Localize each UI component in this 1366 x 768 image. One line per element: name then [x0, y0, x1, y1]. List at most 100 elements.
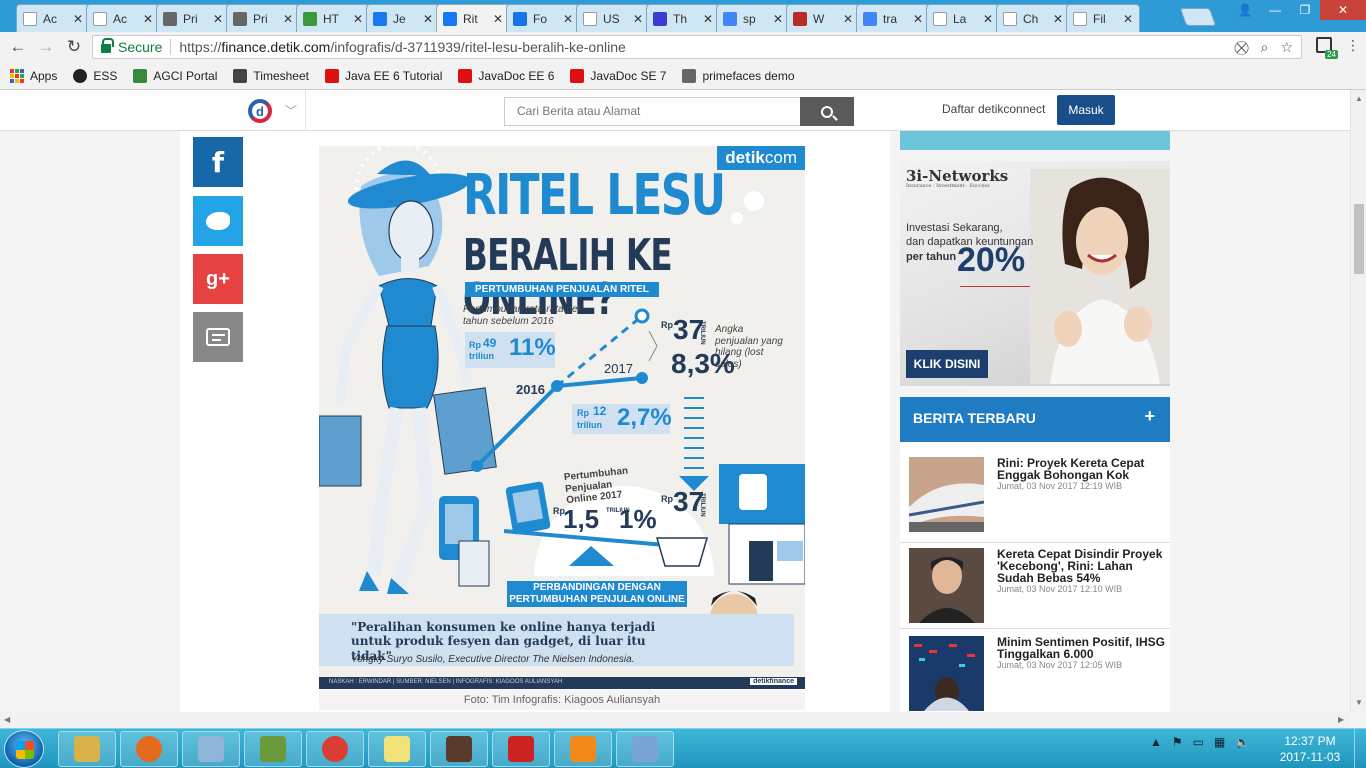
tab-close-icon[interactable]: ✕ — [633, 12, 643, 26]
action-center-icon[interactable]: ⚑ — [1172, 735, 1183, 749]
tab-close-icon[interactable]: ✕ — [563, 12, 573, 26]
tab-close-icon[interactable]: ✕ — [703, 12, 713, 26]
bookmark-item[interactable]: ESS — [73, 68, 117, 83]
zoom-icon[interactable]: ⌕ — [1261, 39, 1269, 56]
list-item[interactable]: Rini: Proyek Kereta Cepat Enggak Bohonga… — [909, 457, 1164, 537]
browser-tab[interactable]: Fo ✕ — [506, 4, 580, 32]
forward-button[interactable]: → — [32, 33, 60, 61]
tab-close-icon[interactable]: ✕ — [773, 12, 783, 26]
bookmark-item[interactable]: JavaDoc EE 6 — [458, 68, 554, 83]
news-thumbnail[interactable] — [909, 457, 984, 532]
scroll-left-arrow-icon[interactable]: ◀ — [4, 715, 10, 724]
comment-button[interactable] — [193, 312, 243, 362]
news-item-2[interactable]: Kereta Cepat Disindir Proyek 'Kecebong',… — [997, 548, 1167, 594]
taskbar-app-button[interactable] — [492, 731, 550, 767]
tab-close-icon[interactable]: ✕ — [1053, 12, 1063, 26]
tab-close-icon[interactable]: ✕ — [843, 12, 853, 26]
reload-button[interactable]: ↻ — [60, 33, 88, 61]
tray-expand-icon[interactable]: ▲ — [1150, 735, 1162, 749]
tab-close-icon[interactable]: ✕ — [493, 12, 503, 26]
taskbar-app-button[interactable] — [244, 731, 302, 767]
taskbar-app-button[interactable] — [430, 731, 488, 767]
scroll-down-arrow-icon[interactable]: ▼ — [1355, 698, 1363, 707]
extension-icon[interactable]: 24 — [1316, 37, 1338, 59]
browser-tab[interactable]: W ✕ — [786, 4, 860, 32]
ad-cta-button[interactable]: KLIK DISINI — [906, 350, 988, 378]
browser-tab[interactable]: tra ✕ — [856, 4, 930, 32]
share-googleplus-button[interactable]: g+ — [193, 254, 243, 304]
news-title[interactable]: Minim Sentimen Positif, IHSG Tinggalkan … — [997, 635, 1165, 661]
browser-tab[interactable]: sp ✕ — [716, 4, 790, 32]
news-title[interactable]: Kereta Cepat Disindir Proyek 'Kecebong',… — [997, 547, 1162, 585]
bookmark-item[interactable]: Java EE 6 Tutorial — [324, 68, 442, 83]
browser-tab[interactable]: Je ✕ — [366, 4, 440, 32]
browser-tab[interactable]: Rit ✕ — [436, 4, 510, 32]
browser-tab[interactable]: HT ✕ — [296, 4, 370, 32]
search-button[interactable] — [800, 97, 854, 126]
browser-tab[interactable]: Fil ✕ — [1066, 4, 1140, 32]
vertical-scrollbar[interactable]: ▲ ▼ — [1350, 90, 1366, 712]
list-item[interactable]: Minim Sentimen Positif, IHSG Tinggalkan … — [909, 636, 1167, 712]
browser-tab[interactable]: Ac ✕ — [16, 4, 90, 32]
taskbar-app-button[interactable] — [554, 731, 612, 767]
chevron-down-icon[interactable]: ﹀ — [285, 102, 297, 119]
news-title[interactable]: Rini: Proyek Kereta Cepat Enggak Bohonga… — [997, 456, 1144, 482]
network-icon[interactable]: ▦ — [1214, 735, 1225, 749]
list-item[interactable]: Kereta Cepat Disindir Proyek 'Kecebong',… — [909, 548, 1164, 628]
news-item-1[interactable]: Rini: Proyek Kereta Cepat Enggak Bohonga… — [997, 457, 1167, 491]
address-bar[interactable]: Secure https://finance.detik.com/infogra… — [92, 35, 1302, 59]
news-thumbnail[interactable] — [909, 548, 984, 623]
device-icon[interactable]: ▭ — [1193, 735, 1204, 749]
taskbar-app-button[interactable] — [58, 731, 116, 767]
bookmark-item[interactable]: JavaDoc SE 7 — [570, 68, 666, 83]
volume-icon[interactable]: 🔈 — [1235, 735, 1250, 749]
tab-close-icon[interactable]: ✕ — [73, 12, 83, 26]
browser-tab[interactable]: Pri ✕ — [156, 4, 230, 32]
ad-banner-top[interactable] — [900, 131, 1170, 150]
horizontal-scrollbar[interactable]: ◀ ▶ — [0, 712, 1350, 728]
bookmark-item[interactable]: Timesheet — [233, 68, 309, 83]
bookmark-star-icon[interactable]: ☆ — [1280, 39, 1293, 56]
blocked-content-icon[interactable]: ⛒ — [1234, 39, 1248, 56]
browser-tab[interactable]: US ✕ — [576, 4, 650, 32]
scroll-up-arrow-icon[interactable]: ▲ — [1355, 94, 1363, 103]
tab-close-icon[interactable]: ✕ — [143, 12, 153, 26]
vertical-scroll-thumb[interactable] — [1354, 204, 1364, 274]
profile-icon[interactable]: 👤 — [1230, 0, 1260, 20]
news-item-3[interactable]: Minim Sentimen Positif, IHSG Tinggalkan … — [997, 636, 1167, 670]
taskbar-app-button[interactable] — [368, 731, 426, 767]
news-thumbnail[interactable] — [909, 636, 984, 711]
register-link[interactable]: Daftar detikconnect — [942, 102, 1045, 116]
bookmark-item[interactable]: Apps — [10, 68, 57, 83]
minimize-button[interactable]: — — [1260, 0, 1290, 20]
maximize-button[interactable]: ❐ — [1290, 0, 1320, 20]
login-button[interactable]: Masuk — [1057, 95, 1115, 125]
menu-kebab-icon[interactable]: ⋮ — [1346, 37, 1360, 54]
bookmark-item[interactable]: primefaces demo — [682, 68, 795, 83]
share-facebook-button[interactable]: f — [193, 137, 243, 187]
berita-terbaru-header[interactable]: BERITA TERBARU + — [900, 397, 1170, 442]
scroll-right-arrow-icon[interactable]: ▶ — [1338, 715, 1344, 724]
ad-3i-networks[interactable]: 3i-Networks Insurance · Investment · Succ… — [900, 161, 1170, 386]
start-button[interactable] — [4, 730, 44, 768]
taskbar-app-button[interactable] — [306, 731, 364, 767]
back-button[interactable]: ← — [4, 33, 32, 61]
taskbar-app-button[interactable] — [616, 731, 674, 767]
browser-tab[interactable]: Pri ✕ — [226, 4, 300, 32]
tab-close-icon[interactable]: ✕ — [913, 12, 923, 26]
tab-close-icon[interactable]: ✕ — [423, 12, 433, 26]
taskbar-app-button[interactable] — [120, 731, 178, 767]
tab-close-icon[interactable]: ✕ — [283, 12, 293, 26]
infographic-image[interactable]: detikcom RITEL LESU BERALIH KE ONLINE? P… — [319, 146, 805, 689]
tab-close-icon[interactable]: ✕ — [983, 12, 993, 26]
clock[interactable]: 12:37 PM 2017-11-03 — [1275, 733, 1345, 765]
browser-tab[interactable]: Ch ✕ — [996, 4, 1070, 32]
tab-close-icon[interactable]: ✕ — [353, 12, 363, 26]
share-twitter-button[interactable] — [193, 196, 243, 246]
browser-tab[interactable]: Ac ✕ — [86, 4, 160, 32]
bookmark-item[interactable]: AGCI Portal — [133, 68, 217, 83]
close-window-button[interactable]: ✕ — [1320, 0, 1366, 20]
detik-logo[interactable]: d — [248, 99, 272, 123]
tab-close-icon[interactable]: ✕ — [1123, 12, 1133, 26]
taskbar-app-button[interactable] — [182, 731, 240, 767]
